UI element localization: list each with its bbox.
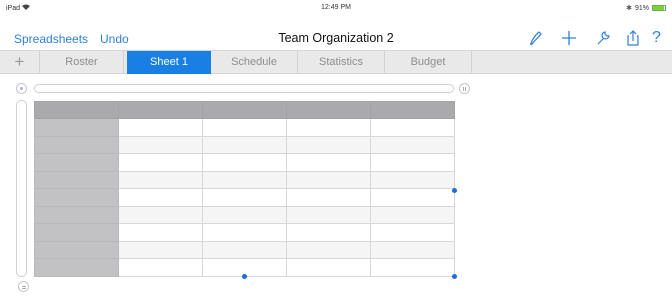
table-cell[interactable]: [202, 118, 287, 137]
table-row[interactable]: [34, 223, 455, 242]
table-cell[interactable]: [202, 153, 287, 172]
table-cell[interactable]: [286, 188, 371, 207]
tab-statistics[interactable]: Statistics: [298, 51, 385, 74]
table-cell[interactable]: [118, 240, 203, 259]
battery-fill: [653, 6, 664, 10]
add-column-handle[interactable]: [459, 83, 470, 94]
table-cell[interactable]: [118, 170, 203, 189]
table-cell[interactable]: [370, 118, 455, 137]
format-brush-icon[interactable]: [527, 29, 545, 47]
selection-handle-bottom[interactable]: [242, 274, 247, 279]
tab-schedule[interactable]: Schedule: [211, 51, 298, 74]
table-cell[interactable]: [118, 223, 203, 242]
table-cell[interactable]: [118, 135, 203, 154]
table-cell[interactable]: [286, 101, 371, 119]
table-cell[interactable]: [286, 258, 371, 277]
table-cell[interactable]: [286, 153, 371, 172]
table-header-cell[interactable]: [34, 153, 119, 172]
add-row-handle[interactable]: [18, 281, 29, 292]
help-icon[interactable]: ?: [652, 29, 670, 47]
table-cell[interactable]: [370, 240, 455, 259]
sheet-tab-bar: + Roster Sheet 1 Schedule Statistics Bud…: [0, 50, 672, 74]
table-cell[interactable]: [286, 205, 371, 224]
table-select-handle[interactable]: [16, 83, 27, 94]
table-cell[interactable]: [202, 240, 287, 259]
table-cell[interactable]: [118, 258, 203, 277]
battery-percent: 91%: [634, 4, 649, 12]
table-row[interactable]: [34, 135, 455, 154]
table-cell[interactable]: [202, 101, 287, 119]
table-cell[interactable]: [286, 170, 371, 189]
tab-budget[interactable]: Budget: [385, 51, 472, 74]
table-cell[interactable]: [370, 223, 455, 242]
table-row[interactable]: [34, 188, 455, 207]
table-row[interactable]: [34, 240, 455, 259]
table-header-cell[interactable]: [34, 240, 119, 259]
table-row[interactable]: [34, 118, 455, 137]
bluetooth-icon: ✱: [626, 5, 632, 12]
table-header-cell[interactable]: [34, 188, 119, 207]
table[interactable]: [34, 101, 455, 277]
table-header-cell[interactable]: [34, 135, 119, 154]
table-header-cell[interactable]: [34, 258, 119, 277]
table-cell[interactable]: [202, 188, 287, 207]
table-header-row[interactable]: [34, 101, 455, 119]
wrench-icon[interactable]: [594, 29, 612, 47]
table-cell[interactable]: [286, 135, 371, 154]
sheet-canvas[interactable]: [0, 74, 672, 296]
table-cell[interactable]: [118, 205, 203, 224]
table-header-cell[interactable]: [34, 205, 119, 224]
table-header-cell[interactable]: [34, 118, 119, 137]
status-bar: iPad 12:49 PM ✱ 91%: [0, 0, 672, 20]
table-cell[interactable]: [286, 118, 371, 137]
nav-bar: Spreadsheets Undo Team Organization 2 ?: [0, 22, 672, 50]
row-reference-bar[interactable]: [16, 100, 27, 277]
table-cell[interactable]: [286, 223, 371, 242]
plus-icon[interactable]: [560, 29, 578, 47]
table-cell[interactable]: [370, 153, 455, 172]
selection-handle-right[interactable]: [452, 188, 457, 193]
table-row[interactable]: [34, 153, 455, 172]
table-cell[interactable]: [370, 258, 455, 277]
column-reference-bar[interactable]: [34, 84, 454, 93]
table-cell[interactable]: [118, 153, 203, 172]
table-cell[interactable]: [370, 170, 455, 189]
table-cell[interactable]: [118, 188, 203, 207]
table-cell[interactable]: [202, 205, 287, 224]
selection-handle-corner[interactable]: [452, 274, 457, 279]
status-right: ✱ 91%: [626, 4, 666, 12]
table-cell[interactable]: [118, 118, 203, 137]
add-sheet-button[interactable]: +: [0, 51, 40, 74]
table-cell[interactable]: [370, 205, 455, 224]
tab-roster[interactable]: Roster: [40, 51, 124, 74]
share-icon[interactable]: [624, 29, 642, 47]
table-header-cell[interactable]: [34, 101, 119, 119]
table-cell[interactable]: [202, 223, 287, 242]
table-cell[interactable]: [118, 101, 203, 119]
table-row[interactable]: [34, 205, 455, 224]
table-cell[interactable]: [370, 135, 455, 154]
tab-sheet-1[interactable]: Sheet 1: [127, 51, 211, 74]
table-header-cell[interactable]: [34, 170, 119, 189]
table-cell[interactable]: [370, 188, 455, 207]
table-cell[interactable]: [202, 135, 287, 154]
table-cell[interactable]: [202, 170, 287, 189]
table-row[interactable]: [34, 170, 455, 189]
table-header-cell[interactable]: [34, 223, 119, 242]
table-cell[interactable]: [370, 101, 455, 119]
status-time: 12:49 PM: [321, 4, 351, 11]
table-cell[interactable]: [286, 240, 371, 259]
battery-icon: [652, 5, 666, 11]
